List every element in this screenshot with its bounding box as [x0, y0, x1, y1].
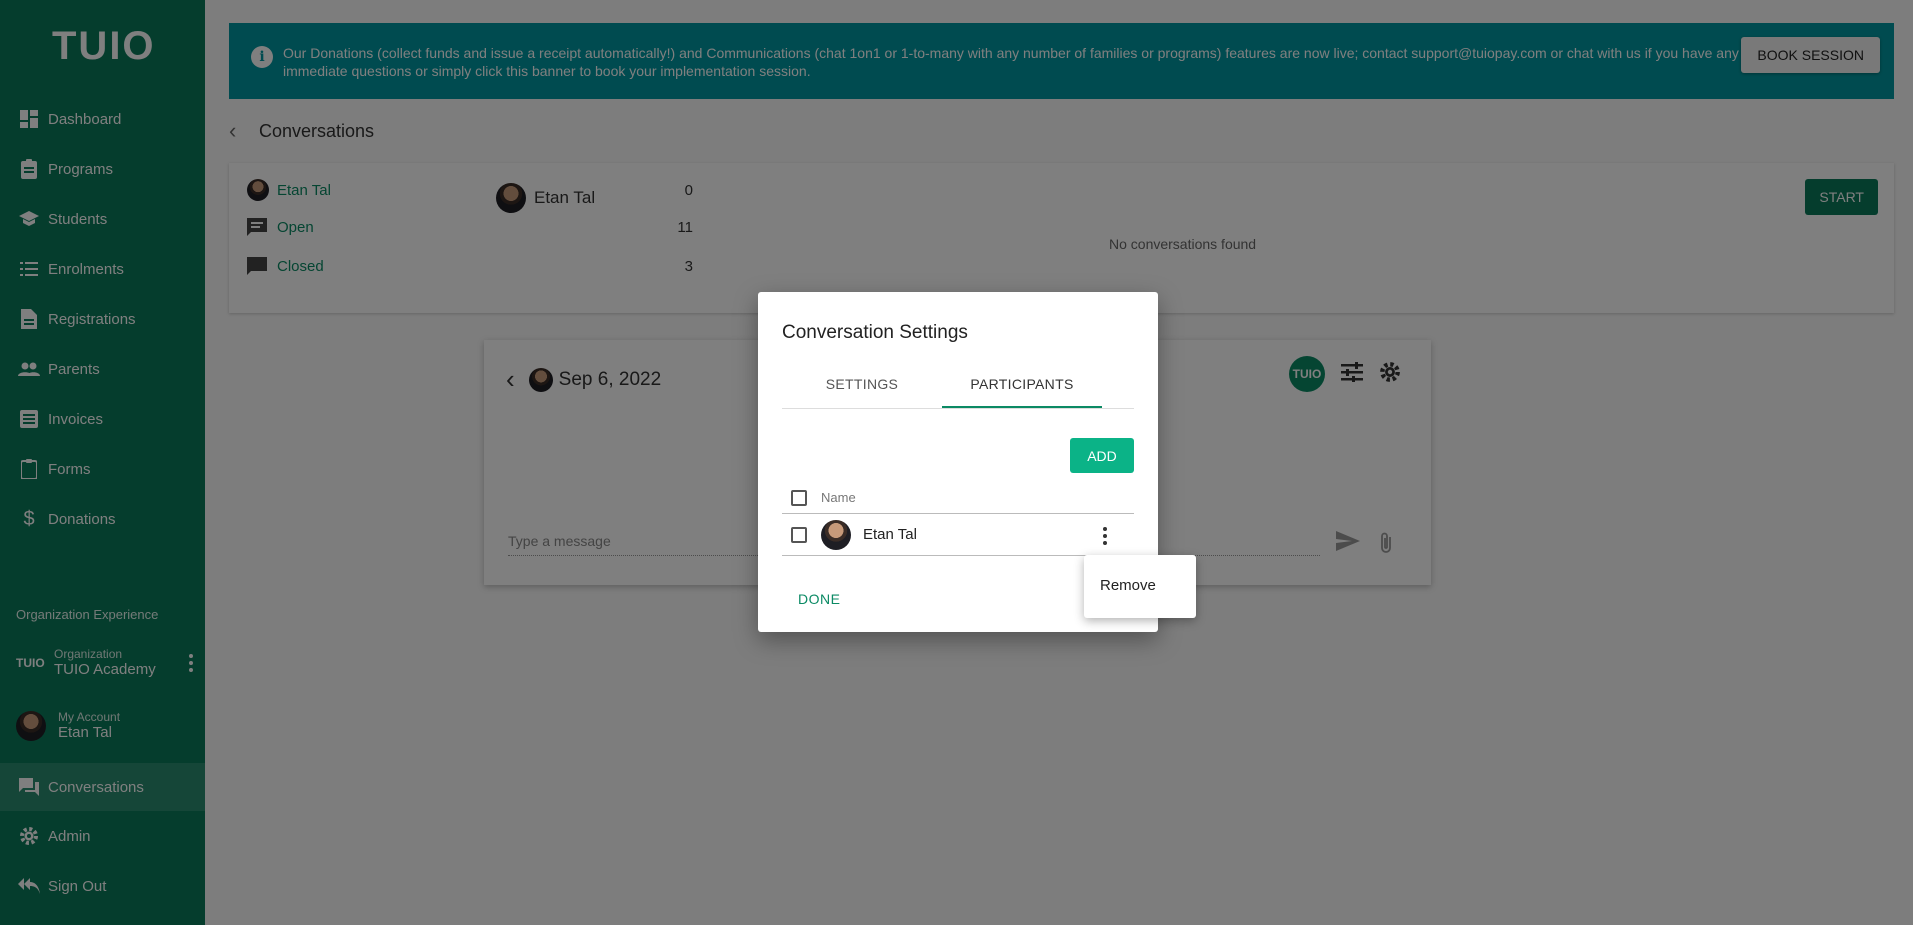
column-header-name: Name [821, 490, 856, 505]
participant-context-menu: Remove [1084, 555, 1196, 618]
dialog-tabs: SETTINGS PARTICIPANTS [782, 374, 1134, 409]
more-vert-icon[interactable] [1103, 527, 1107, 545]
add-participant-button[interactable]: ADD [1070, 438, 1134, 473]
participants-table-header: Name [782, 482, 1134, 514]
dialog-title: Conversation Settings [782, 322, 968, 343]
tab-settings[interactable]: SETTINGS [782, 374, 942, 408]
tab-participants[interactable]: PARTICIPANTS [942, 374, 1102, 408]
table-row: Etan Tal [782, 514, 1134, 556]
avatar [821, 519, 851, 550]
menu-item-remove[interactable]: Remove [1100, 577, 1156, 594]
row-checkbox[interactable] [791, 526, 807, 543]
done-button[interactable]: DONE [798, 591, 840, 607]
select-all-checkbox[interactable] [791, 489, 807, 506]
participant-name: Etan Tal [863, 526, 917, 543]
